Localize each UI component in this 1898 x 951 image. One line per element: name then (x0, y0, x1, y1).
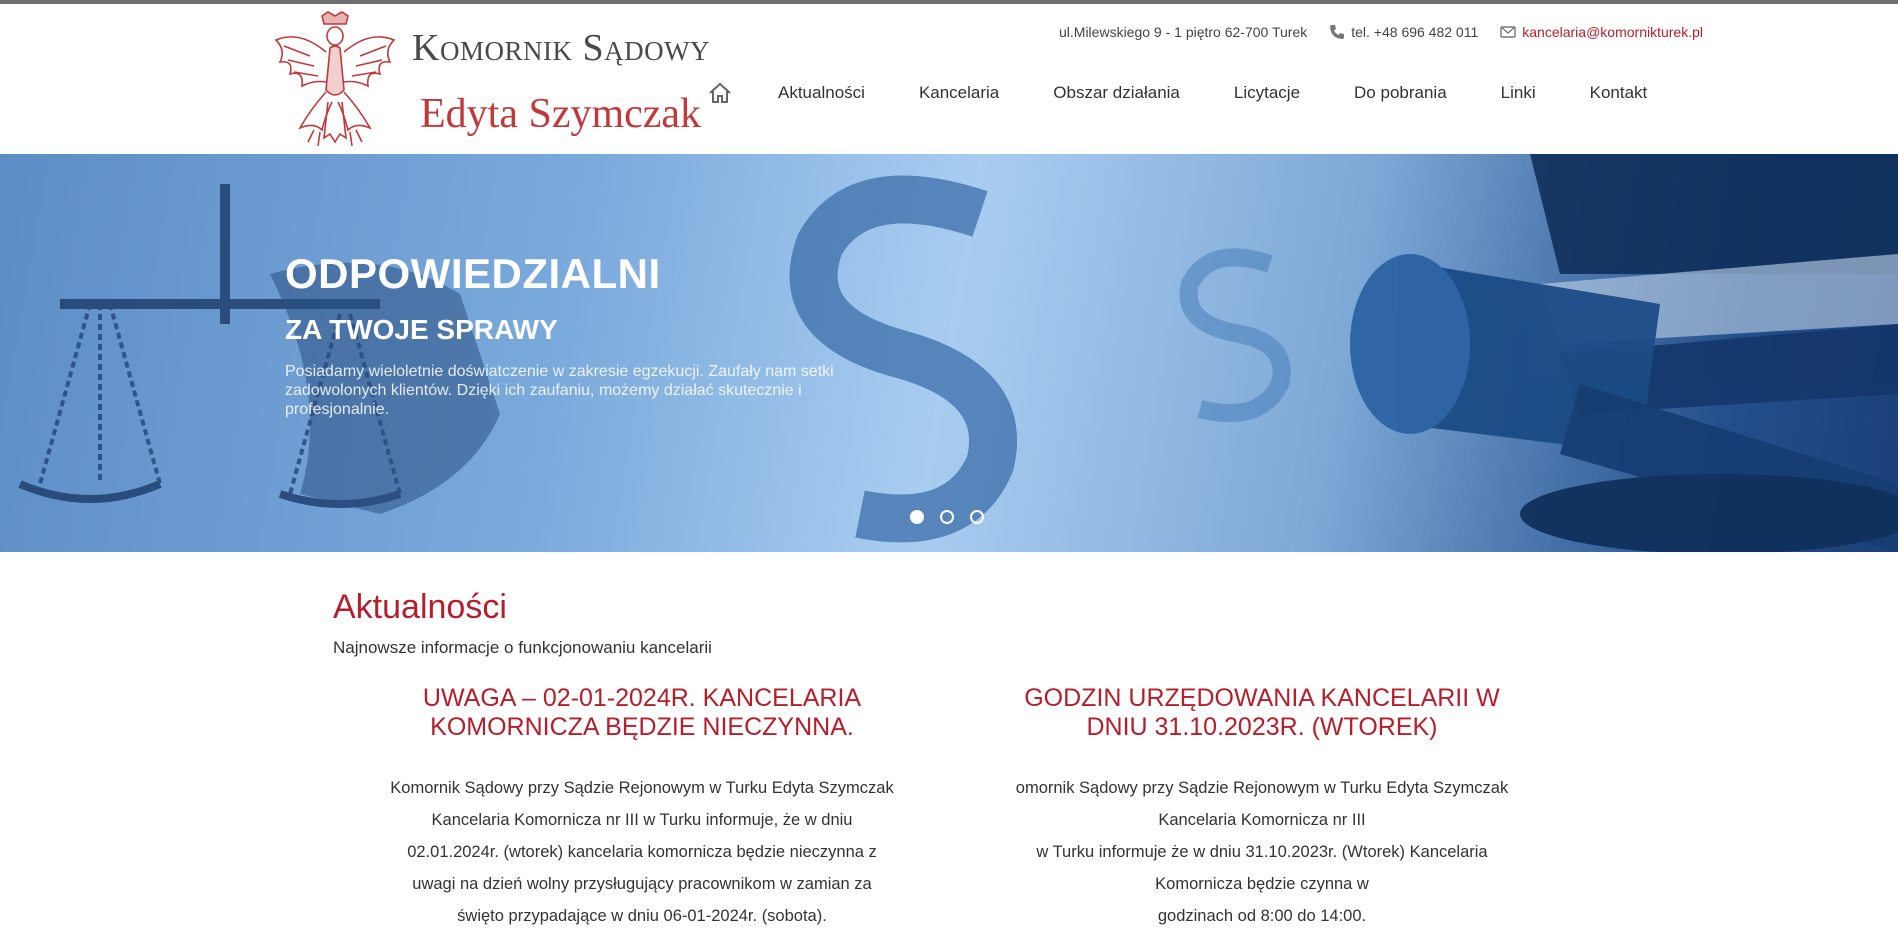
nav-item-linki[interactable]: Linki (1501, 83, 1536, 103)
nav-item-kontakt[interactable]: Kontakt (1590, 83, 1648, 103)
news-post-line: Komornik Sądowy przy Sądzie Rejonowym w … (390, 779, 894, 797)
hero-headline: ODPOWIEDZIALNI (285, 250, 661, 297)
news-post-title-line: GODZIN URZĘDOWANIA KANCELARII W (1024, 684, 1500, 712)
hero-description: Posiadamy wieloletnie doświatczenie w za… (285, 363, 834, 418)
contact-bar: ul.Milewskiego 9 - 1 piętro 62-700 Turek… (1059, 24, 1703, 40)
eagle-emblem-icon (274, 11, 396, 147)
slider-dot-1[interactable] (910, 510, 924, 524)
news-post-line: uwagi na dzień wolny przysługujący praco… (412, 875, 872, 893)
news-post-body: Komornik Sądowy przy Sądzie Rejonowym w … (357, 772, 927, 932)
address-text: ul.Milewskiego 9 - 1 piętro 62-700 Turek (1059, 24, 1308, 40)
hero-slider: ODPOWIEDZIALNI ZA TWOJE SPRAWY Posiadamy… (0, 154, 1898, 552)
news-post-title-line: UWAGA – 02-01-2024R. KANCELARIA (422, 684, 862, 712)
news-post-line: Komornicza będzie czynna w (1155, 875, 1369, 893)
logo-title: Komornik Sądowy (412, 27, 711, 69)
news-post-line: w Turku informuje że w dniu 31.10.2023r.… (1036, 843, 1488, 861)
news-post-line: Kancelaria Komornicza nr III w Turku inf… (431, 811, 853, 829)
phone-text: tel. +48 696 482 011 (1351, 24, 1479, 40)
news-post-line: 02.01.2024r. (wtorek) kancelaria komorni… (407, 843, 877, 861)
news-post-title-line: DNIU 31.10.2023R. (WTOREK) (1086, 713, 1438, 741)
email-link[interactable]: kancelaria@komornikturek.pl (1500, 24, 1703, 40)
news-section-subtitle: Najnowsze informacje o funkcjonowaniu ka… (333, 638, 712, 657)
news-post-body: omornik Sądowy przy Sądzie Rejonowym w T… (977, 772, 1547, 932)
nav-item-aktualnosci[interactable]: Aktualności (778, 83, 865, 103)
news-post-title[interactable]: UWAGA – 02-01-2024R. KANCELARIA KOMORNIC… (357, 684, 927, 742)
slider-dot-2[interactable] (940, 510, 954, 524)
site-header: Komornik Sądowy Edyta Szymczak ul.Milews… (0, 4, 1898, 154)
news-post-line: święto przypadające w dniu 06-01-2024r. … (457, 907, 827, 925)
news-post: GODZIN URZĘDOWANIA KANCELARII W DNIU 31.… (977, 684, 1547, 932)
news-post: UWAGA – 02-01-2024R. KANCELARIA KOMORNIC… (357, 684, 927, 932)
logo-name: Edyta Szymczak (420, 91, 702, 137)
envelope-icon (1500, 26, 1516, 38)
nav-item-licytacje[interactable]: Licytacje (1234, 83, 1300, 103)
news-post-line: godzinach od 8:00 do 14:00. (1157, 907, 1367, 925)
news-post-title-line: KOMORNICZA BĘDZIE NIECZYNNA. (430, 713, 854, 741)
phone[interactable]: tel. +48 696 482 011 (1329, 24, 1478, 40)
main-nav: Aktualności Kancelaria Obszar działania … (708, 82, 1647, 104)
slider-dot-3[interactable] (970, 510, 984, 524)
hero-subheadline: ZA TWOJE SPRAWY (285, 314, 558, 345)
site-logo[interactable]: Komornik Sądowy Edyta Szymczak (270, 10, 710, 150)
news-section-title: Aktualności (333, 588, 507, 626)
nav-item-obszar-dzialania[interactable]: Obszar działania (1053, 83, 1180, 103)
nav-item-kancelaria[interactable]: Kancelaria (919, 83, 999, 103)
news-post-line: omornik Sądowy przy Sądzie Rejonowym w T… (1015, 779, 1509, 797)
phone-icon (1330, 25, 1345, 39)
hero-background-image (18, 154, 1898, 552)
news-post-title[interactable]: GODZIN URZĘDOWANIA KANCELARII W DNIU 31.… (977, 684, 1547, 742)
slider-dots (910, 510, 984, 524)
home-icon[interactable] (708, 82, 732, 104)
news-post-line: Kancelaria Komornicza nr III (1158, 811, 1366, 829)
email-text: kancelaria@komornikturek.pl (1522, 24, 1703, 40)
nav-item-do-pobrania[interactable]: Do pobrania (1354, 83, 1447, 103)
address: ul.Milewskiego 9 - 1 piętro 62-700 Turek (1059, 24, 1307, 40)
